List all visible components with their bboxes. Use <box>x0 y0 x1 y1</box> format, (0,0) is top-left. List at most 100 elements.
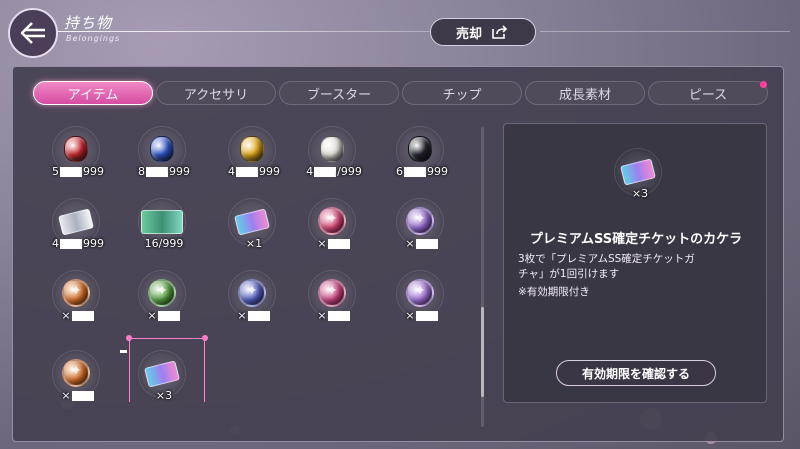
item-count: × <box>50 389 106 402</box>
redacted-count <box>415 311 438 321</box>
tab-0[interactable]: アイテム <box>33 81 153 105</box>
count-suffix: 999 <box>259 165 280 178</box>
medal-icon <box>406 207 434 235</box>
item-count: × <box>394 237 450 250</box>
medal-icon <box>148 279 176 307</box>
selected-item-frame <box>126 335 208 402</box>
item-count: × <box>394 309 450 322</box>
header-divider <box>540 31 790 32</box>
scroll-thumb[interactable] <box>481 307 484 397</box>
count-prefix: 6 <box>396 165 403 178</box>
item-count: 4 999 <box>226 165 282 178</box>
tab-3[interactable]: チップ <box>402 81 522 105</box>
count-prefix: × <box>317 237 327 250</box>
count-prefix: 8 <box>138 165 145 178</box>
medal-icon <box>318 279 346 307</box>
count-suffix: 16/999 <box>144 237 184 250</box>
item-count: 5 999 <box>50 165 106 178</box>
medal-icon <box>62 359 90 387</box>
inventory-item[interactable]: 6 999 <box>392 122 448 178</box>
inventory-item[interactable]: × <box>304 194 360 250</box>
export-icon <box>492 25 508 39</box>
title-underline <box>58 31 438 32</box>
tab-4[interactable]: 成長素材 <box>525 81 645 105</box>
redacted-count <box>327 239 350 249</box>
redacted-count <box>404 167 426 177</box>
inventory-item[interactable]: × <box>304 266 360 322</box>
gem-icon <box>240 136 264 162</box>
count-prefix: × <box>317 309 327 322</box>
inventory-item[interactable]: × <box>224 266 280 322</box>
inventory-item[interactable]: × <box>48 346 104 402</box>
sell-label: 売却 <box>455 26 482 42</box>
item-count: × <box>226 309 282 322</box>
inventory-item[interactable]: × <box>134 266 190 322</box>
gem-icon <box>64 136 88 162</box>
gem-icon <box>320 136 344 162</box>
redacted-count <box>146 167 168 177</box>
count-suffix: 999 <box>427 165 448 178</box>
count-prefix: × <box>61 389 71 402</box>
count-suffix: ×1 <box>245 237 263 250</box>
count-prefix: × <box>405 237 415 250</box>
back-button[interactable] <box>8 8 58 58</box>
category-tabs: アイテム アクセサリ ブースター チップ 成長素材 ピース <box>33 81 768 105</box>
arrow-left-icon <box>20 22 45 44</box>
inventory-item[interactable]: 8 999 <box>134 122 190 178</box>
detail-description: 3枚で「プレミアムSS確定チケットガ チャ」が1回引けます <box>518 252 754 282</box>
item-count: × <box>306 237 362 250</box>
count-prefix: 4 <box>52 237 59 250</box>
redacted-count <box>415 239 438 249</box>
tab-1[interactable]: アクセサリ <box>156 81 276 105</box>
item-count: × <box>306 309 362 322</box>
item-count: 6 999 <box>394 165 450 178</box>
inventory-item[interactable]: 4 999 <box>224 122 280 178</box>
count-suffix: 999 <box>83 165 104 178</box>
item-scrollbar[interactable] <box>481 127 484 427</box>
detail-item-name: プレミアムSS確定チケットのカケラ <box>529 232 743 247</box>
redacted-count <box>157 311 180 321</box>
notification-dot <box>760 81 767 88</box>
inventory-item[interactable]: ×1 <box>224 194 280 250</box>
inventory-item[interactable]: 4 999 <box>48 194 104 250</box>
description-line: 3枚で「プレミアムSS確定チケットガ <box>518 253 695 265</box>
medal-icon <box>406 279 434 307</box>
selection-mark <box>120 350 127 353</box>
page-subtitle: Belongings <box>66 34 121 43</box>
sell-button[interactable]: 売却 <box>430 18 536 46</box>
count-prefix: 4 <box>228 165 235 178</box>
inventory-item[interactable]: 5 999 <box>48 122 104 178</box>
count-suffix: 999 <box>169 165 190 178</box>
redacted-count <box>236 167 258 177</box>
count-prefix: × <box>147 309 157 322</box>
medal-icon <box>62 279 90 307</box>
count-prefix: × <box>61 309 71 322</box>
check-expiry-button[interactable]: 有効期限を確認する <box>556 360 716 386</box>
redacted-count <box>327 311 350 321</box>
tab-2[interactable]: ブースター <box>279 81 399 105</box>
tab-5[interactable]: ピース <box>648 81 768 105</box>
inventory-item[interactable]: × <box>392 194 448 250</box>
item-count: × <box>50 309 106 322</box>
count-suffix: 999 <box>83 237 104 250</box>
count-prefix: 5 <box>52 165 59 178</box>
count-prefix: 4 <box>306 165 314 178</box>
redacted-count <box>60 239 82 249</box>
detail-item-count: ×3 <box>631 187 649 200</box>
item-count: 8 999 <box>136 165 192 178</box>
item-detail-panel: ×3 プレミアムSS確定チケットのカケラ 3枚で「プレミアムSS確定チケットガ … <box>503 123 767 403</box>
inventory-item[interactable]: × <box>48 266 104 322</box>
inventory-item[interactable]: 4/999 <box>304 122 362 178</box>
inventory-item[interactable]: 16/999 <box>134 194 190 250</box>
gem-icon <box>150 136 174 162</box>
redacted-count <box>60 167 82 177</box>
medal-icon <box>238 279 266 307</box>
count-suffix: /999 <box>337 165 362 178</box>
page-title: 持ち物 <box>64 14 113 32</box>
redacted-count <box>314 167 337 177</box>
item-count: 4/999 <box>306 165 362 178</box>
redacted-count <box>71 391 94 401</box>
item-count: 4 999 <box>50 237 106 250</box>
count-prefix: × <box>405 309 415 322</box>
inventory-item[interactable]: × <box>392 266 448 322</box>
